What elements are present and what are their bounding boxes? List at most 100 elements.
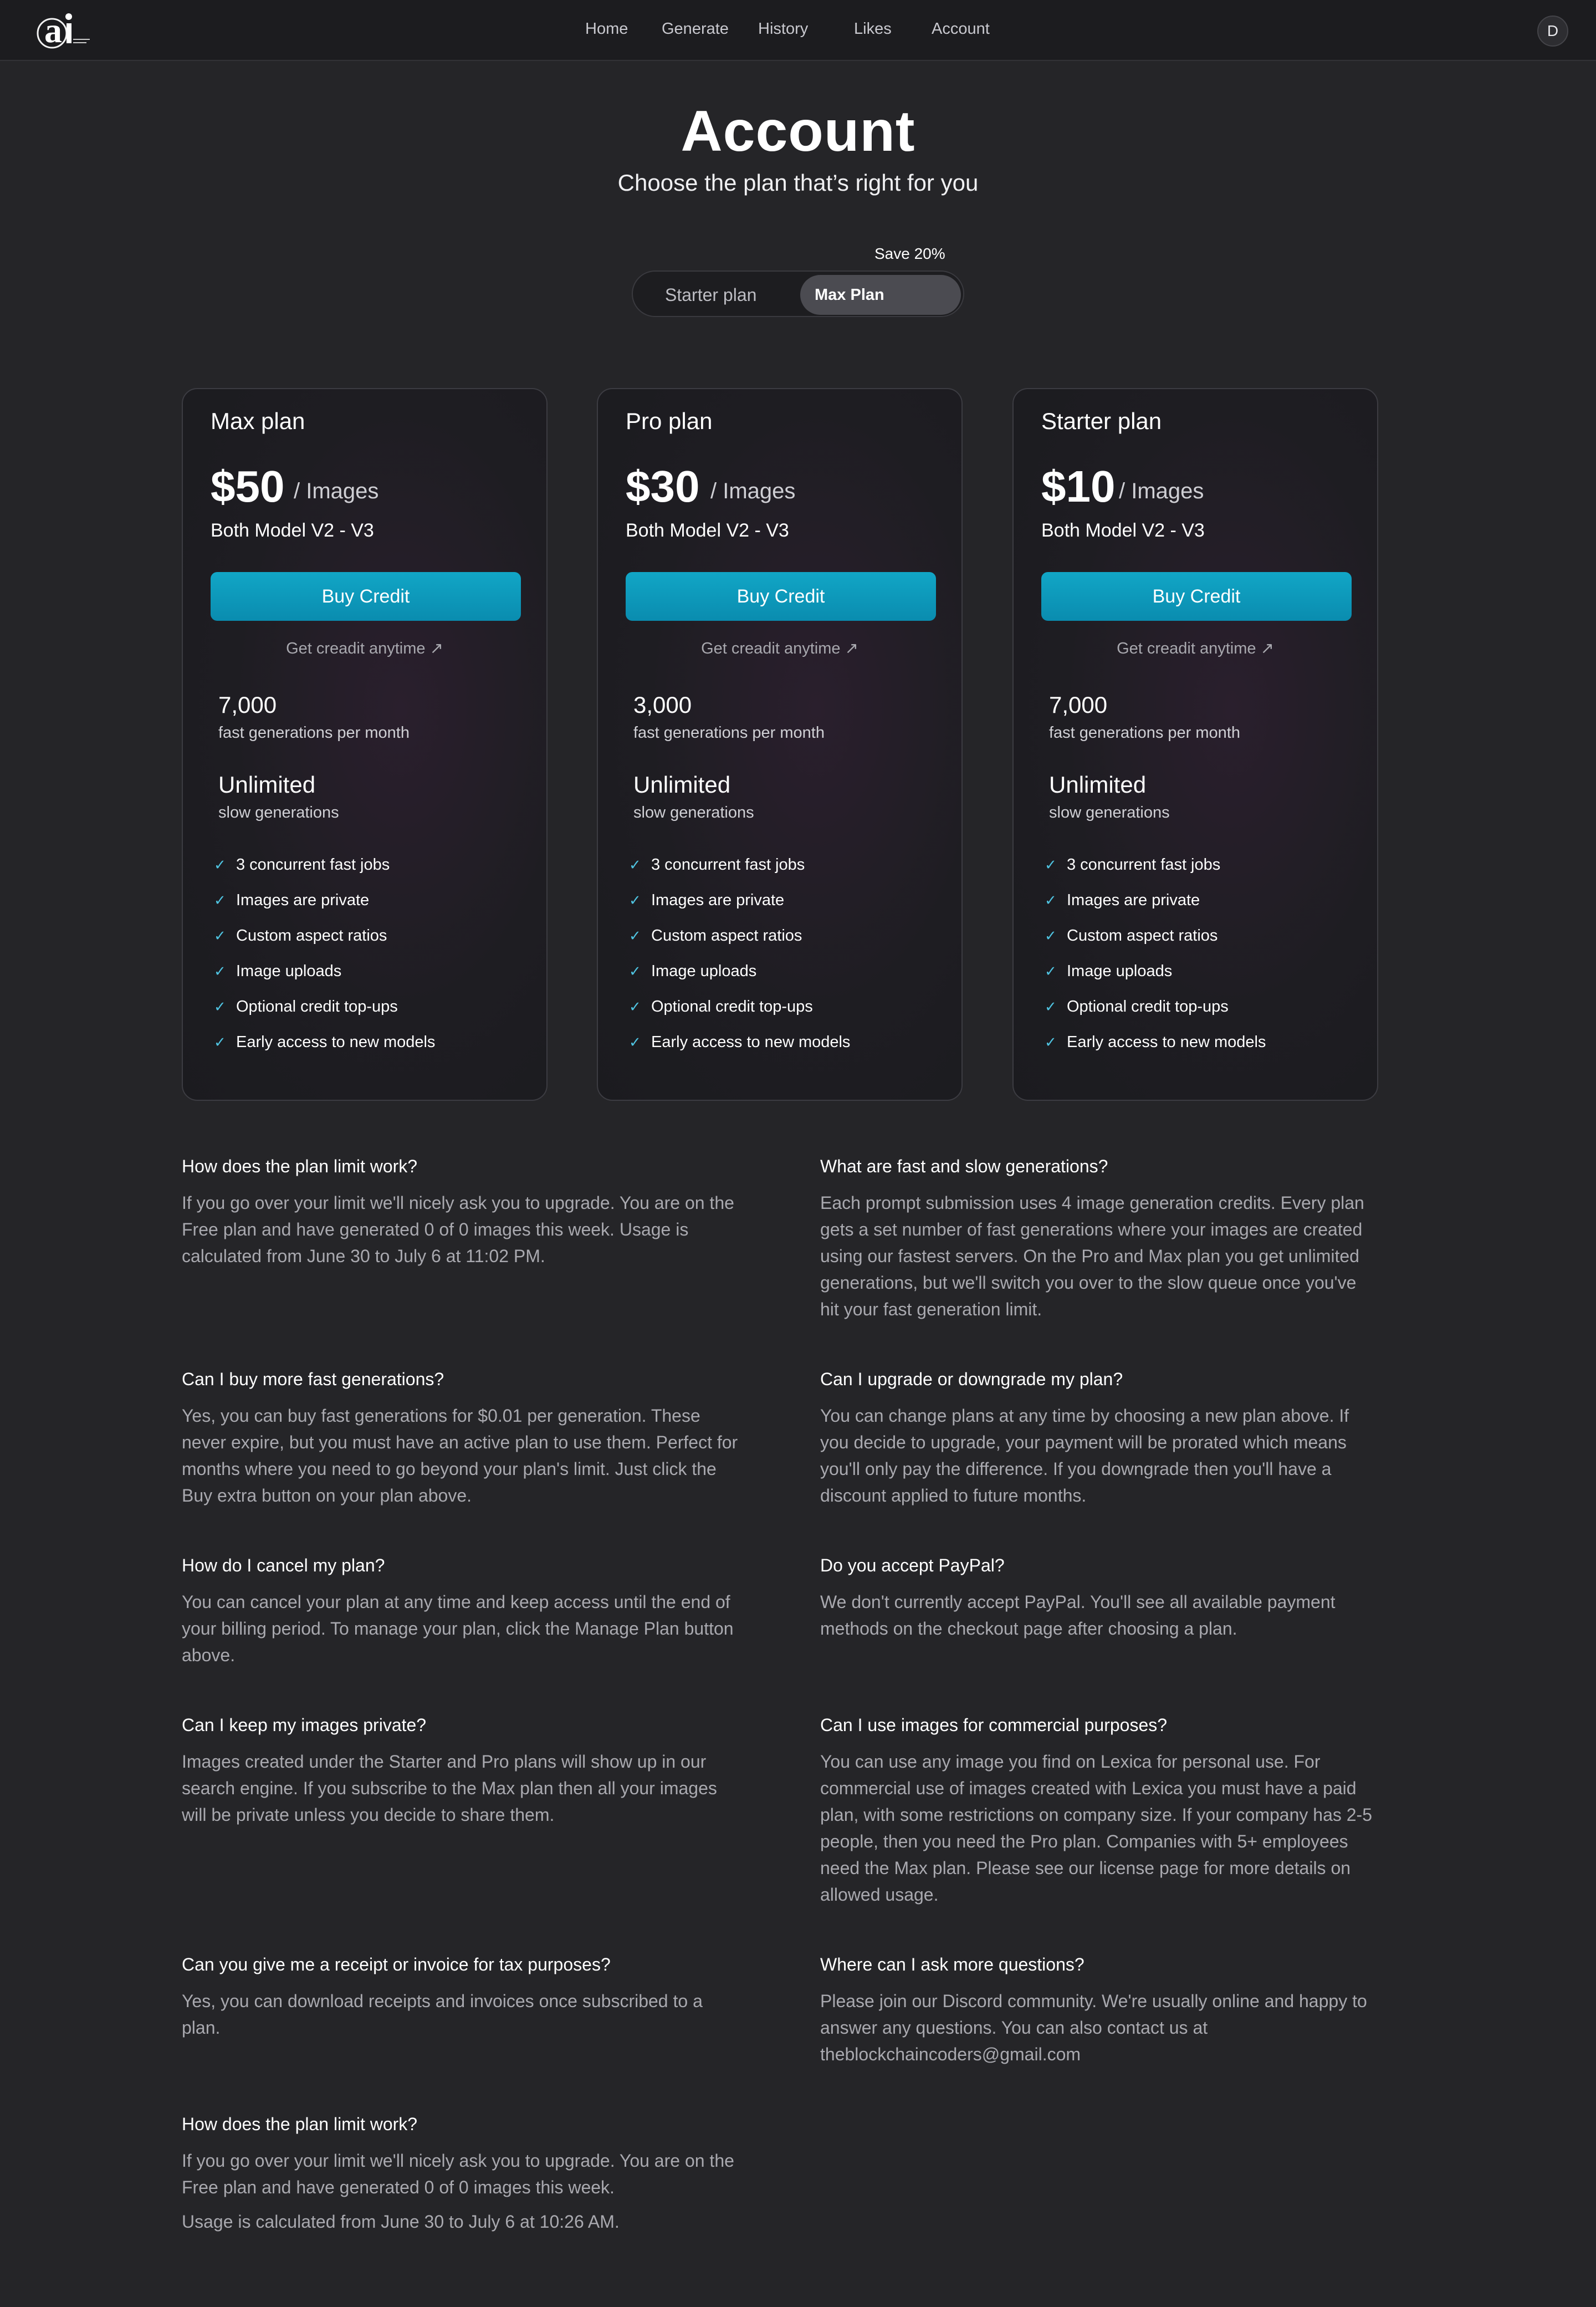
site-logo[interactable]: a [32,6,93,53]
faq-answer-line: If you go over your limit we'll nicely a… [182,2151,734,2171]
faq-answer-line: your billing period. To manage your plan… [182,1619,734,1639]
feature-label: Optional credit top-ups [651,998,813,1015]
faq-answer-line: Each prompt submission uses 4 image gene… [820,1193,1364,1213]
faq-answer-line: generations, but we'll switch you over t… [820,1273,1357,1293]
feature-item: ✓ Custom aspect ratios [1045,927,1218,945]
save-badge: Save 20% [874,245,945,262]
check-icon: ✓ [629,1034,641,1050]
get-credit-link[interactable]: Get creadit anytime ↗ [183,639,546,658]
get-credit-link[interactable]: Get creadit anytime ↗ [1014,639,1377,658]
faq-answer-line: You can cancel your plan at any time and… [182,1592,730,1612]
faq-answer: Images created under the Starter and Pro… [182,1748,717,1828]
faq-answer-line: You can change plans at any time by choo… [820,1406,1349,1426]
buy-credit-button[interactable]: Buy Credit [626,572,936,621]
faq-question: Can I buy more fast generations? [182,1369,444,1389]
check-icon: ✓ [214,998,226,1015]
arrow-up-right-icon: ↗ [1260,640,1274,657]
faq-answer: You can use any image you find on Lexica… [820,1748,1372,1908]
toggle-max-plan[interactable]: Max Plan [800,275,961,315]
faq-answer-line: plan. [182,2018,221,2038]
feature-item: ✓ Image uploads [1045,962,1172,981]
nav-link-likes[interactable]: Likes [854,20,892,38]
faq-answer-line: months where you need to go beyond your … [182,1459,717,1479]
faq-answer-line: commercial use of images created with Le… [820,1778,1357,1798]
price-value: $30 [626,462,700,511]
feature-item: ✓ Custom aspect ratios [629,927,802,945]
logo-icon: a [37,11,90,50]
top-nav: a Home Generate History Likes Account D [0,0,1596,61]
feature-label: 3 concurrent fast jobs [1067,856,1221,874]
nav-link-home[interactable]: Home [585,20,628,38]
faq-answer: We don't currently accept PayPal. You'll… [820,1589,1336,1642]
feature-label: Optional credit top-ups [236,998,398,1015]
faq-answer: If you go over your limit we'll nicely a… [182,2147,734,2235]
feature-item: ✓ Optional credit top-ups [1045,998,1229,1016]
check-icon: ✓ [1045,963,1057,979]
toggle-starter-plan[interactable]: Starter plan [637,275,798,315]
slow-count: Unlimited [1049,772,1147,798]
check-icon: ✓ [1045,998,1057,1015]
faq-answer-line: never expire, but you must have an activ… [182,1432,738,1452]
check-icon: ✓ [214,927,226,944]
slow-label: slow generations [218,804,339,821]
nav-link-generate[interactable]: Generate [662,20,729,38]
faq-answer-line: need the Max plan. Please see our licens… [820,1858,1351,1878]
feature-label: Images are private [1067,891,1200,909]
fast-label: fast generations per month [1049,724,1240,742]
faq-question: Where can I ask more questions? [820,1954,1085,1974]
faq-answer-line: methods on the checkout page after choos… [820,1619,1237,1639]
faq-question: Can I upgrade or downgrade my plan? [820,1369,1123,1389]
plan-price: $50 [211,461,284,512]
page-subtitle: Choose the plan that’s right for you [617,170,979,196]
plan-price: $10 [1041,461,1115,512]
arrow-up-right-icon: ↗ [845,640,858,657]
check-icon: ✓ [214,892,226,908]
feature-label: Early access to new models [651,1033,851,1051]
nav-link-history[interactable]: History [758,20,808,38]
plan-card-starter: Starter plan $10 / Images Both Model V2 … [1012,388,1378,1101]
buy-credit-button[interactable]: Buy Credit [211,572,521,621]
feature-item: ✓ Early access to new models [214,1033,435,1052]
check-icon: ✓ [214,963,226,979]
page-title: Account [681,99,915,164]
faq-answer-line: will be private unless you decide to sha… [182,1805,555,1825]
faq-answer-line: Yes, you can download receipts and invoi… [182,1991,703,2011]
faq-answer-line: Free plan and have generated 0 of 0 imag… [182,2177,615,2197]
faq-answer: You can cancel your plan at any time and… [182,1589,734,1668]
faq-question: Do you accept PayPal? [820,1555,1005,1575]
feature-label: Optional credit top-ups [1067,998,1229,1015]
feature-label: Early access to new models [236,1033,436,1051]
feature-label: Custom aspect ratios [1067,927,1218,945]
feature-item: ✓ Image uploads [629,962,756,981]
faq-answer-line: Usage is calculated from June 30 to July… [182,2212,620,2232]
feature-item: ✓ 3 concurrent fast jobs [629,856,805,874]
buy-credit-button[interactable]: Buy Credit [1041,572,1352,621]
faq-question: Can I keep my images private? [182,1715,427,1735]
plan-name: Pro plan [626,408,713,434]
feature-item: ✓ Images are private [214,891,369,910]
arrow-up-right-icon: ↗ [429,640,443,657]
faq-answer: You can change plans at any time by choo… [820,1402,1349,1509]
nav-link-account[interactable]: Account [932,20,990,38]
faq-answer-line: If you go over your limit we'll nicely a… [182,1193,734,1213]
check-icon: ✓ [629,927,641,944]
plan-model: Both Model V2 - V3 [626,520,789,541]
faq-answer-line: you'll only pay the difference. If you d… [820,1459,1332,1479]
faq-question: How do I cancel my plan? [182,1555,385,1575]
get-credit-link[interactable]: Get creadit anytime ↗ [598,639,961,658]
plan-name: Starter plan [1041,408,1162,434]
user-avatar[interactable]: D [1537,16,1568,47]
feature-item: ✓ Custom aspect ratios [214,927,387,945]
check-icon: ✓ [629,963,641,979]
plan-toggle: Starter plan Max Plan [632,270,964,317]
faq-answer: Yes, you can buy fast generations for $0… [182,1402,738,1509]
plan-name: Max plan [211,408,305,434]
faq-answer-line[interactable]: theblockchaincoders@gmail.com [820,2041,1367,2068]
faq-question: Can you give me a receipt or invoice for… [182,1954,611,1974]
slow-label: slow generations [633,804,754,821]
check-icon: ✓ [629,856,641,873]
feature-item: ✓ Early access to new models [1045,1033,1266,1052]
faq-question: How does the plan limit work? [182,2114,418,2134]
faq-answer-line: gets a set number of fast generations wh… [820,1219,1363,1239]
faq-answer-line: above. [182,1645,236,1665]
